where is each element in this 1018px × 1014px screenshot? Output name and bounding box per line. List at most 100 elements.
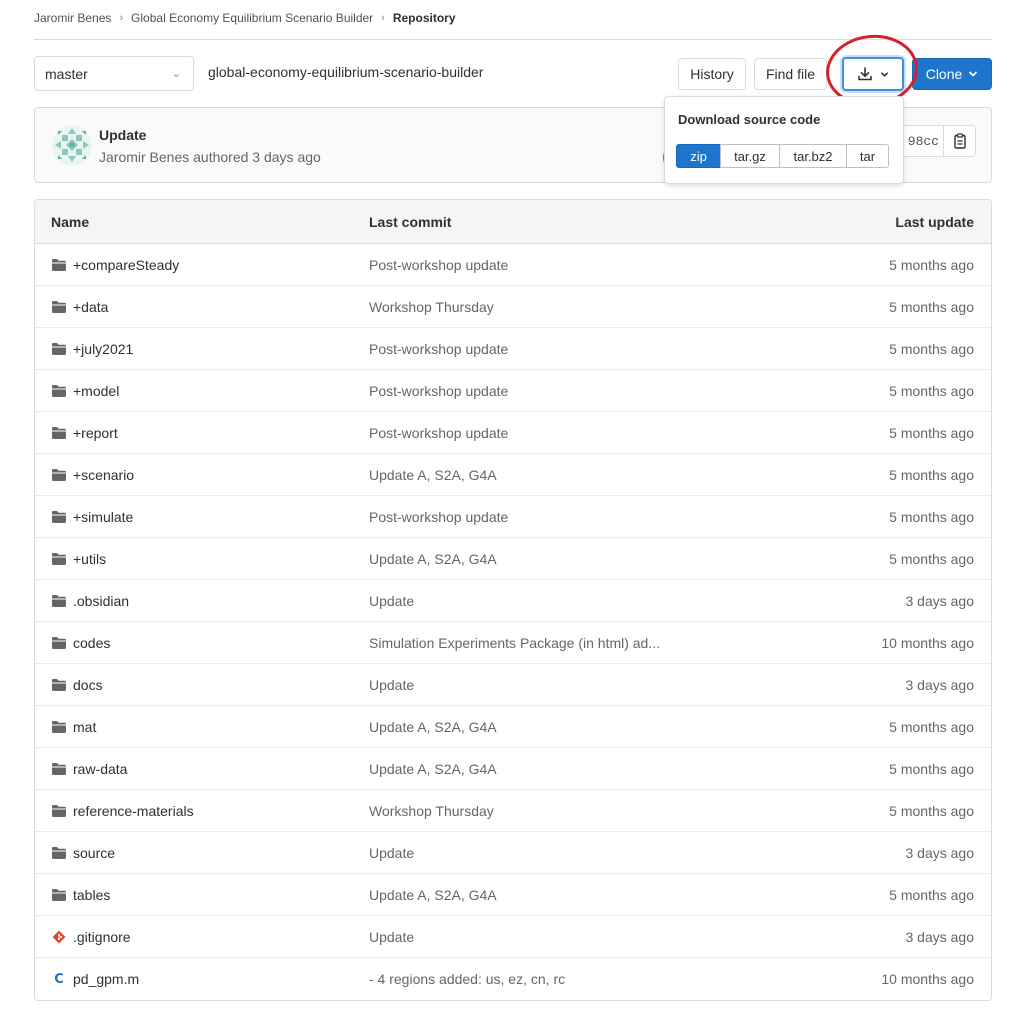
file-name-cell: Cpd_gpm.m [35,971,353,987]
file-name-cell: .gitignore [35,929,353,945]
last-commit-link[interactable]: Update [353,593,773,609]
last-commit-link[interactable]: Workshop Thursday [353,803,773,819]
last-update-time: 5 months ago [889,466,974,483]
breadcrumb-current[interactable]: Repository [393,11,456,25]
last-commit-link[interactable]: Update A, S2A, G4A [353,467,773,483]
copy-sha-button[interactable] [943,125,976,157]
file-name-link[interactable]: docs [73,677,103,693]
download-zip-button[interactable]: zip [676,144,721,168]
file-name-link[interactable]: mat [73,719,96,735]
file-name-link[interactable]: +report [73,425,118,441]
download-dropdown: Download source code zip tar.gz tar.bz2 … [664,96,904,184]
last-commit-link[interactable]: Update [353,677,773,693]
table-row[interactable]: +report Post-workshop update 5 months ago [35,412,991,454]
file-name-cell: reference-materials [35,803,353,819]
last-update-time: 5 months ago [889,256,974,273]
clone-label: Clone [925,66,963,82]
table-row[interactable]: +july2021 Post-workshop update 5 months ag… [35,328,991,370]
file-name-cell: +utils [35,551,353,567]
download-tarbz2-button[interactable]: tar.bz2 [779,144,847,168]
file-name-link[interactable]: .obsidian [73,593,129,609]
last-update-time: 3 days ago [905,844,975,861]
table-row[interactable]: codes Simulation Experiments Package (in … [35,622,991,664]
file-name-link[interactable]: codes [73,635,110,651]
folder-icon [51,257,67,273]
last-commit-link[interactable]: - 4 regions added: us, ez, cn, rc [353,971,773,987]
download-dropdown-title: Download source code [678,112,821,127]
commit-title[interactable]: Update [99,127,146,143]
table-row[interactable]: raw-data Update A, S2A, G4A 5 months ago [35,748,991,790]
file-name-cell: mat [35,719,353,735]
last-commit-link[interactable]: Post-workshop update [353,509,773,525]
avatar[interactable] [52,125,92,165]
file-name-link[interactable]: raw-data [73,761,127,777]
chevron-down-icon: ⌄ [171,68,181,80]
last-commit-link[interactable]: Post-workshop update [353,257,773,273]
file-name-link[interactable]: source [73,845,115,861]
download-tar-button[interactable]: tar [846,144,889,168]
download-targz-button[interactable]: tar.gz [720,144,780,168]
last-commit-link[interactable]: Post-workshop update [353,425,773,441]
branch-selector[interactable]: master ⌄ [34,56,194,91]
file-name-cell: +july2021 [35,341,353,357]
table-row[interactable]: +model Post-workshop update 5 months ago [35,370,991,412]
folder-icon [51,551,67,567]
file-name-link[interactable]: +july2021 [73,341,133,357]
branch-name: master [45,65,88,82]
table-row[interactable]: reference-materials Workshop Thursday 5 mo… [35,790,991,832]
table-row[interactable]: +compareSteady Post-workshop update 5 mont… [35,244,991,286]
last-commit-link[interactable]: Post-workshop update [353,383,773,399]
chevron-right-icon: › [119,12,124,24]
download-button[interactable] [842,57,904,91]
chevron-down-icon [969,71,978,77]
table-row[interactable]: mat Update A, S2A, G4A 5 months ago [35,706,991,748]
folder-icon [51,341,67,357]
last-commit-link[interactable]: Update A, S2A, G4A [353,719,773,735]
chevron-down-icon [881,71,888,77]
download-icon [858,67,872,81]
last-commit-link[interactable]: Workshop Thursday [353,299,773,315]
clone-button[interactable]: Clone [912,58,992,90]
table-row[interactable]: docs Update 3 days ago [35,664,991,706]
history-button[interactable]: History [678,58,746,90]
table-row[interactable]: source Update 3 days ago [35,832,991,874]
file-name-link[interactable]: +scenario [73,467,134,483]
table-row[interactable]: .gitignore Update 3 days ago [35,916,991,958]
last-commit-link[interactable]: Post-workshop update [353,341,773,357]
file-name-link[interactable]: +compareSteady [73,257,179,273]
last-commit-link[interactable]: Update [353,929,773,945]
file-name-link[interactable]: reference-materials [73,803,194,819]
last-commit-link[interactable]: Update A, S2A, G4A [353,551,773,567]
table-row[interactable]: Cpd_gpm.m - 4 regions added: us, ez, cn, … [35,958,991,1000]
file-name-cell: tables [35,887,353,903]
table-row[interactable]: +simulate Post-workshop update 5 months ag… [35,496,991,538]
table-row[interactable]: tables Update A, S2A, G4A 5 months ago [35,874,991,916]
last-commit-link[interactable]: Update [353,845,773,861]
table-row[interactable]: .obsidian Update 3 days ago [35,580,991,622]
table-row[interactable]: +scenario Update A, S2A, G4A 5 months ago [35,454,991,496]
file-name-link[interactable]: +utils [73,551,106,567]
table-row[interactable]: +data Workshop Thursday 5 months ago [35,286,991,328]
file-name-link[interactable]: pd_gpm.m [73,971,139,987]
file-name-link[interactable]: +simulate [73,509,133,525]
file-name-link[interactable]: tables [73,887,110,903]
file-tree-table: Name Last commit Last update +compareSte… [34,199,992,1001]
breadcrumb-project[interactable]: Global Economy Equilibrium Scenario Buil… [131,11,373,25]
file-name-link[interactable]: .gitignore [73,929,131,945]
last-commit-link[interactable]: Simulation Experiments Package (in html)… [353,635,773,651]
breadcrumb-owner[interactable]: Jaromir Benes [34,11,111,25]
last-update-time: 5 months ago [889,508,974,525]
commit-sha[interactable]: 98cc [899,125,945,157]
last-commit-link[interactable]: Update A, S2A, G4A [353,887,773,903]
table-row[interactable]: +utils Update A, S2A, G4A 5 months ago [35,538,991,580]
file-name-link[interactable]: +data [73,299,108,315]
last-commit-link[interactable]: Update A, S2A, G4A [353,761,773,777]
folder-icon [51,761,67,777]
folder-icon [51,803,67,819]
file-name-cell: .obsidian [35,593,353,609]
folder-icon [51,383,67,399]
file-name-cell: source [35,845,353,861]
file-name-link[interactable]: +model [73,383,119,399]
last-update-time: 5 months ago [889,550,974,567]
find-file-button[interactable]: Find file [754,58,827,90]
